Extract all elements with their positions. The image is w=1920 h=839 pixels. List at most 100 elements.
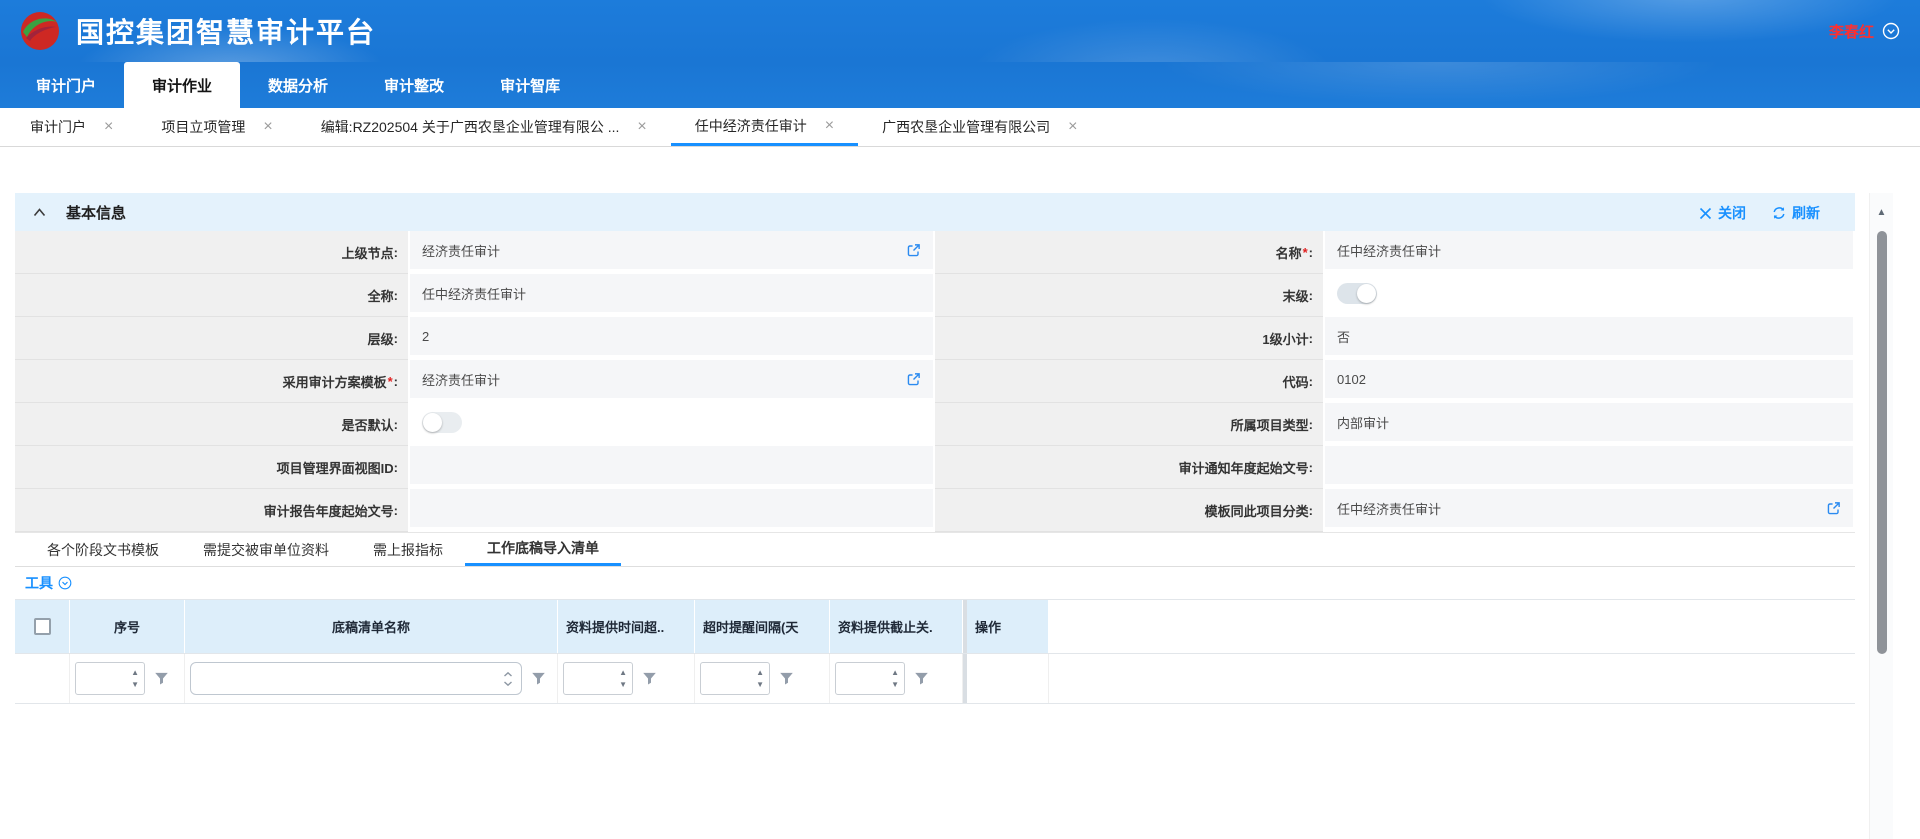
external-link-icon[interactable] (906, 372, 921, 387)
column-header-label: 资料提供截止关. (838, 617, 933, 636)
document-tabstrip: 审计门户×项目立项管理×编辑:RZ202504 关于广西农垦企业管理有限公 ..… (0, 108, 1920, 147)
column-header-3[interactable]: 资料提供时间超.. (558, 600, 695, 653)
form-label-cell: 审计通知年度起始文号: (935, 446, 1323, 489)
external-link-icon[interactable] (1826, 501, 1841, 516)
document-tab-1[interactable]: 项目立项管理× (137, 108, 296, 146)
vertical-scrollbar[interactable]: ▲ ▼ (1869, 193, 1893, 839)
field-area[interactable]: 经济责任审计 (410, 360, 933, 398)
form-value-cell (1323, 274, 1855, 317)
select-all-checkbox[interactable] (34, 618, 51, 635)
open-lookup-button[interactable] (906, 243, 921, 258)
nav-item-3[interactable]: 审计整改 (356, 62, 472, 108)
nav-item-0[interactable]: 审计门户 (8, 62, 124, 108)
spinner-up-icon[interactable]: ▲ (619, 669, 627, 677)
collapse-caret-icon[interactable] (33, 208, 46, 217)
nav-item-4[interactable]: 审计智库 (472, 62, 588, 108)
combo-updown-icon[interactable] (503, 671, 513, 687)
subtab-0[interactable]: 各个阶段文书模板 (25, 533, 181, 566)
field-value: 经济责任审计 (422, 370, 500, 389)
column-header-0[interactable] (15, 600, 70, 653)
column-header-4[interactable]: 超时提醒间隔(天 (695, 600, 830, 653)
column-header-5[interactable]: 资料提供截止关. (830, 600, 963, 653)
filter-cell-2 (185, 654, 558, 703)
field-area[interactable] (410, 489, 933, 527)
spinner-up-icon[interactable]: ▲ (756, 669, 764, 677)
field-label: 1级小计 (1262, 329, 1308, 348)
filter-combo-input[interactable] (190, 662, 522, 695)
filter-funnel-icon[interactable] (779, 671, 794, 686)
document-tab-3[interactable]: 任中经济责任审计× (671, 108, 858, 146)
table-filter-row: ▲▼▲▼▲▼▲▼ (15, 654, 1855, 704)
document-tab-0[interactable]: 审计门户× (6, 108, 137, 146)
column-header-6[interactable]: 操作 (963, 600, 1049, 653)
user-name[interactable]: 李春红 (1829, 21, 1874, 42)
toggle-switch[interactable] (422, 412, 462, 433)
field-area[interactable]: 内部审计 (1325, 403, 1853, 441)
filter-number-input[interactable]: ▲▼ (75, 662, 145, 695)
spinner-up-icon[interactable]: ▲ (131, 669, 139, 677)
nav-item-1[interactable]: 审计作业 (124, 62, 240, 108)
tools-menu-button[interactable]: 工具 (25, 573, 53, 593)
close-page-button[interactable]: 关闭 (1699, 203, 1746, 223)
field-area[interactable]: 2 (410, 317, 933, 355)
form-label-cell: 1级小计: (935, 317, 1323, 360)
filter-number-input[interactable]: ▲▼ (563, 662, 633, 695)
filter-number-input[interactable]: ▲▼ (700, 662, 770, 695)
basic-info-section-header[interactable]: 基本信息 (15, 193, 1855, 231)
toggle-knob (423, 413, 442, 432)
field-area[interactable]: 任中经济责任审计 (1325, 231, 1853, 269)
field-area[interactable]: 否 (1325, 317, 1853, 355)
tab-close-icon[interactable]: × (825, 118, 834, 134)
field-area[interactable] (410, 446, 933, 484)
filter-number-input[interactable]: ▲▼ (835, 662, 905, 695)
spinner-up-icon[interactable]: ▲ (891, 669, 899, 677)
document-tab-label: 广西农垦企业管理有限公司 (882, 117, 1050, 137)
external-link-icon[interactable] (906, 243, 921, 258)
nav-item-2[interactable]: 数据分析 (240, 62, 356, 108)
user-chevron-down-icon[interactable] (1882, 22, 1900, 40)
spinner-down-icon[interactable]: ▼ (756, 681, 764, 689)
filter-funnel-icon[interactable] (154, 671, 169, 686)
filter-cell-3: ▲▼ (558, 654, 695, 703)
filter-funnel-icon[interactable] (914, 671, 929, 686)
table-header-row: 序号底稿清单名称资料提供时间超..超时提醒间隔(天资料提供截止关. 操作 (15, 600, 1855, 654)
field-value: 任中经济责任审计 (1337, 241, 1441, 260)
field-area[interactable]: 0102 (1325, 360, 1853, 398)
field-area[interactable]: 任中经济责任审计 (1325, 489, 1853, 527)
document-tab-4[interactable]: 广西农垦企业管理有限公司 × (858, 108, 1101, 146)
user-menu[interactable]: 李春红 (1829, 21, 1900, 42)
subtab-3[interactable]: 工作底稿导入清单 (465, 533, 621, 566)
toggle-switch[interactable] (1337, 283, 1377, 304)
filter-funnel-icon[interactable] (531, 671, 546, 686)
field-label: 模板同此项目分类 (1205, 501, 1309, 520)
column-header-1[interactable]: 序号 (70, 600, 185, 653)
form-label-cell: 代码: (935, 360, 1323, 403)
refresh-page-button[interactable]: 刷新 (1772, 203, 1820, 223)
tab-close-icon[interactable]: × (263, 119, 272, 135)
field-value: 任中经济责任审计 (1337, 499, 1441, 518)
scroll-up-arrow-icon[interactable]: ▲ (1870, 207, 1893, 218)
tab-close-icon[interactable]: × (1068, 119, 1077, 135)
field-area[interactable]: 任中经济责任审计 (410, 274, 933, 312)
nav-item-label: 数据分析 (268, 75, 328, 96)
spinner-down-icon[interactable]: ▼ (619, 681, 627, 689)
open-lookup-button[interactable] (906, 372, 921, 387)
spinner-down-icon[interactable]: ▼ (891, 681, 899, 689)
tools-chevron-down-icon[interactable] (58, 576, 72, 590)
filter-funnel-icon[interactable] (642, 671, 657, 686)
field-area[interactable] (1325, 446, 1853, 484)
spinner-down-icon[interactable]: ▼ (131, 681, 139, 689)
document-tab-2[interactable]: 编辑:RZ202504 关于广西农垦企业管理有限公 ...× (297, 108, 671, 146)
scrollbar-thumb[interactable] (1877, 231, 1887, 654)
tab-close-icon[interactable]: × (637, 119, 646, 135)
tab-close-icon[interactable]: × (104, 119, 113, 135)
subtab-2[interactable]: 需上报指标 (351, 533, 465, 566)
column-header-2[interactable]: 底稿清单名称 (185, 600, 558, 653)
form-value-cell: 经济责任审计 (408, 360, 935, 403)
subtab-1[interactable]: 需提交被审单位资料 (181, 533, 351, 566)
basic-info-form: 上级节点:经济责任审计名称*:任中经济责任审计全称:任中经济责任审计末级:层级:… (15, 231, 1855, 532)
field-area[interactable]: 经济责任审计 (410, 231, 933, 269)
refresh-page-label: 刷新 (1792, 203, 1820, 223)
content-inner: 基本信息 上级节点:经济责任审计名称*:任中经济责任审计全称:任中经济责任审计末… (15, 193, 1855, 796)
open-lookup-button[interactable] (1826, 501, 1841, 516)
